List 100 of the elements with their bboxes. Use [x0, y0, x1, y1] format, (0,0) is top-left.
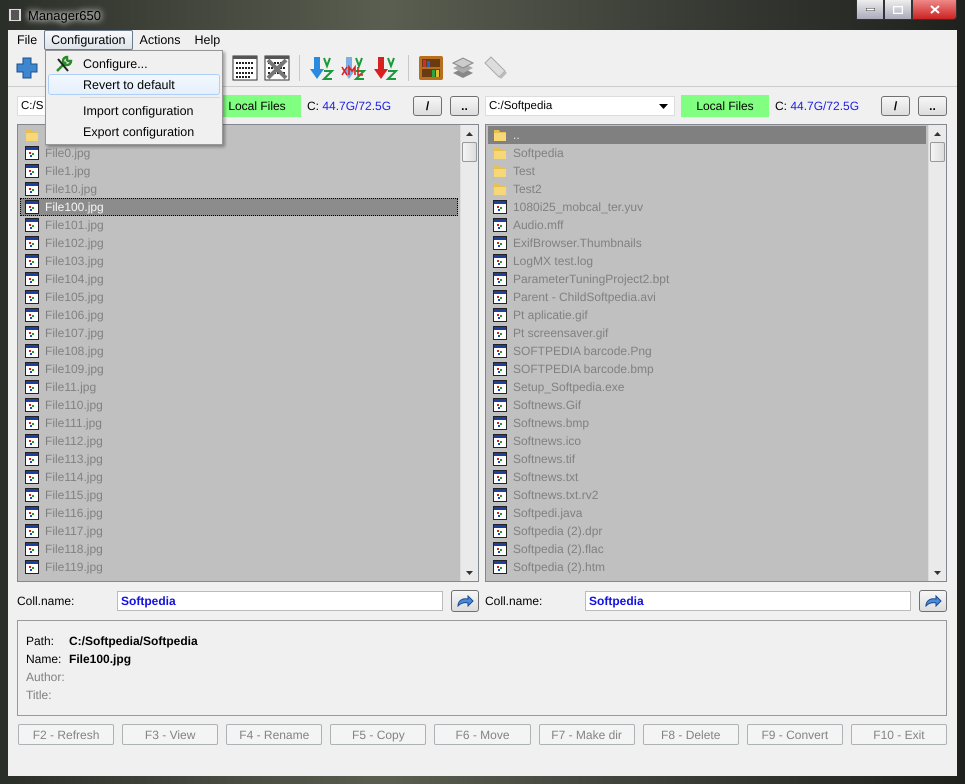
file-row[interactable]: File107.jpg: [20, 324, 458, 342]
file-icon: [25, 434, 39, 448]
file-row[interactable]: Softnews.txt.rv2: [488, 486, 926, 504]
file-row[interactable]: Softnews.txt: [488, 468, 926, 486]
crossed-list-icon[interactable]: [264, 55, 290, 81]
menu-item[interactable]: Help: [188, 30, 228, 50]
file-row[interactable]: Softpedi.java: [488, 504, 926, 522]
file-icon: [25, 470, 39, 484]
file-row[interactable]: File102.jpg: [20, 234, 458, 252]
collection-name-label: Coll.name:: [17, 594, 76, 608]
numbered-list-icon[interactable]: [232, 55, 258, 81]
minimize-button[interactable]: [856, 0, 884, 20]
collection-name-field[interactable]: Softpedia: [117, 591, 443, 611]
file-row[interactable]: Softpedia (2).flac: [488, 540, 926, 558]
file-row[interactable]: Pt screensaver.gif: [488, 324, 926, 342]
scroll-down-icon[interactable]: [466, 570, 473, 574]
file-row[interactable]: SOFTPEDIA barcode.bmp: [488, 360, 926, 378]
file-row[interactable]: ParameterTuningProject2.bpt: [488, 270, 926, 288]
file-row[interactable]: Test: [488, 162, 926, 180]
folder-icon: [493, 182, 507, 196]
file-row[interactable]: File11.jpg: [20, 378, 458, 396]
file-icon: [493, 488, 507, 502]
scrollbar[interactable]: [928, 125, 946, 581]
file-icon: [493, 434, 507, 448]
file-row[interactable]: File111.jpg: [20, 414, 458, 432]
file-row[interactable]: File100.jpg: [20, 198, 458, 216]
file-row[interactable]: LogMX test.log: [488, 252, 926, 270]
parent-folder-button[interactable]: ..: [450, 96, 479, 116]
maximize-icon: [893, 6, 903, 14]
file-row[interactable]: Pt aplicatie.gif: [488, 306, 926, 324]
file-row[interactable]: File1.jpg: [20, 162, 458, 180]
path-dropdown[interactable]: C:/Softpedia: [485, 96, 675, 116]
menu-item[interactable]: Actions: [132, 30, 188, 50]
file-row[interactable]: Softnews.ico: [488, 432, 926, 450]
scroll-up-icon[interactable]: [466, 132, 473, 136]
plus-icon[interactable]: [14, 55, 40, 81]
file-row[interactable]: File114.jpg: [20, 468, 458, 486]
collection-name-field[interactable]: Softpedia: [585, 591, 911, 611]
menu-option[interactable]: Export configuration: [48, 121, 220, 142]
scroll-thumb[interactable]: [930, 142, 945, 162]
file-row[interactable]: File101.jpg: [20, 216, 458, 234]
file-row[interactable]: File0.jpg: [20, 144, 458, 162]
menu-item[interactable]: File: [10, 30, 44, 50]
file-row[interactable]: File109.jpg: [20, 360, 458, 378]
file-row[interactable]: ExifBrowser.Thumbnails: [488, 234, 926, 252]
scroll-down-icon[interactable]: [934, 570, 941, 574]
parent-folder-button[interactable]: ..: [918, 96, 947, 116]
disk-space-label: C: 44.7G/72.5G: [307, 99, 392, 113]
sort-icon[interactable]: [309, 55, 335, 81]
menu-option[interactable]: Configure...: [48, 53, 220, 74]
file-row[interactable]: File104.jpg: [20, 270, 458, 288]
file-row[interactable]: File103.jpg: [20, 252, 458, 270]
file-row[interactable]: Parent - ChildSoftpedia.avi: [488, 288, 926, 306]
detail-value: File100.jpg: [69, 652, 132, 666]
file-row[interactable]: Setup_Softpedia.exe: [488, 378, 926, 396]
file-row[interactable]: File108.jpg: [20, 342, 458, 360]
file-row[interactable]: File116.jpg: [20, 504, 458, 522]
file-icon: [493, 524, 507, 538]
file-row[interactable]: File106.jpg: [20, 306, 458, 324]
file-icon: [493, 326, 507, 340]
file-row[interactable]: File113.jpg: [20, 450, 458, 468]
bookshelf-icon[interactable]: [418, 55, 444, 81]
file-row[interactable]: Softnews.bmp: [488, 414, 926, 432]
file-row[interactable]: File110.jpg: [20, 396, 458, 414]
file-row[interactable]: File119.jpg: [20, 558, 458, 576]
file-row[interactable]: File117.jpg: [20, 522, 458, 540]
file-row[interactable]: File115.jpg: [20, 486, 458, 504]
dropdown-arrow-icon: [659, 104, 668, 108]
file-row[interactable]: SOFTPEDIA barcode.Png: [488, 342, 926, 360]
file-row[interactable]: Softpedia: [488, 144, 926, 162]
root-button[interactable]: /: [413, 96, 442, 116]
file-row[interactable]: Softpedia (2).htm: [488, 558, 926, 576]
root-button[interactable]: /: [881, 96, 910, 116]
file-icon: [493, 380, 507, 394]
scroll-thumb[interactable]: [462, 142, 477, 162]
menu-option[interactable]: Revert to default: [48, 74, 220, 95]
file-row[interactable]: ..: [488, 126, 926, 144]
file-row[interactable]: Softpedia (2).dpr: [488, 522, 926, 540]
file-row[interactable]: File118.jpg: [20, 540, 458, 558]
scroll-up-icon[interactable]: [934, 132, 941, 136]
xml-sort-icon[interactable]: [341, 55, 367, 81]
file-row[interactable]: File105.jpg: [20, 288, 458, 306]
menu-item[interactable]: Configuration: [44, 30, 133, 50]
close-button[interactable]: [912, 0, 957, 20]
scrollbar[interactable]: [460, 125, 478, 581]
maximize-button[interactable]: [884, 0, 912, 20]
stack-icon[interactable]: [450, 55, 476, 81]
apply-button[interactable]: [919, 590, 947, 612]
file-row[interactable]: File10.jpg: [20, 180, 458, 198]
file-row[interactable]: Audio.mff: [488, 216, 926, 234]
file-row[interactable]: Softnews.tif: [488, 450, 926, 468]
file-row[interactable]: 1080i25_mobcal_ter.yuv: [488, 198, 926, 216]
local-files-button[interactable]: Local Files: [681, 95, 769, 117]
sort-descending-icon[interactable]: [373, 55, 399, 81]
file-icon: [25, 452, 39, 466]
file-row[interactable]: Test2: [488, 180, 926, 198]
file-icon: [25, 344, 39, 358]
file-row[interactable]: File112.jpg: [20, 432, 458, 450]
file-row[interactable]: Softnews.Gif: [488, 396, 926, 414]
apply-button[interactable]: [451, 590, 479, 612]
